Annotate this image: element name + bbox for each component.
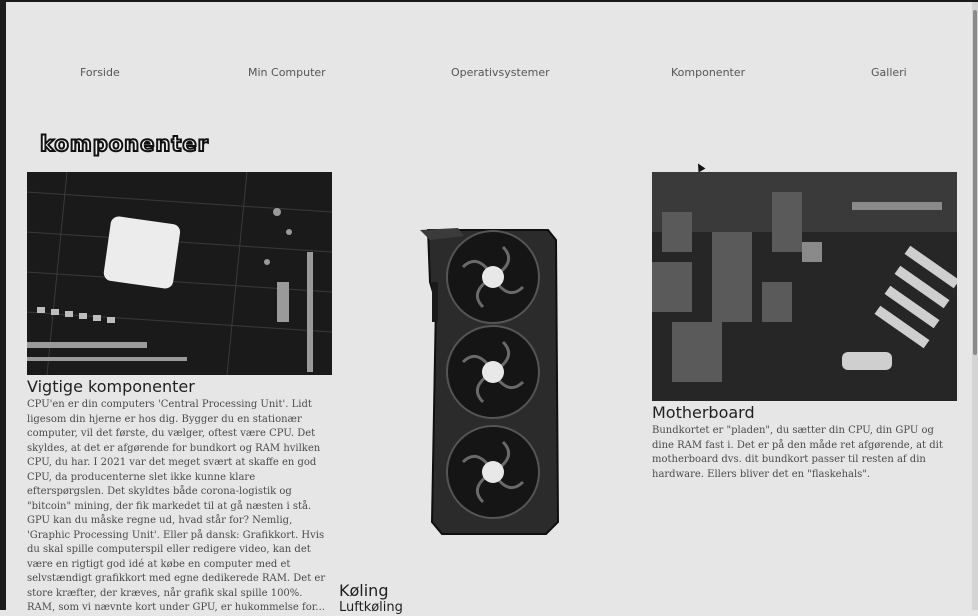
graphics-card-photo (418, 222, 568, 538)
paragraph-motherboard: Bundkortet er "pladen", du sætter din CP… (652, 425, 943, 480)
nav-link-operativsystemer[interactable]: Operativsystemer (451, 66, 550, 79)
section-heading-vigtige: Vigtige komponenter (27, 377, 195, 396)
page-title: Komponenter (39, 131, 209, 157)
cpu-photo (27, 172, 332, 375)
window-left-border (0, 0, 6, 610)
scrollbar-thumb[interactable] (973, 10, 977, 355)
graphics-card-graphic (420, 228, 560, 535)
window-top-border (0, 0, 978, 2)
nav-link-min-computer[interactable]: Min Computer (248, 66, 326, 79)
section-body-vigtige: CPU'en er din computers 'Central Process… (27, 398, 332, 616)
mouse-cursor-icon (694, 161, 706, 173)
scrollbar[interactable] (972, 2, 978, 610)
motherboard-photo-graphic (652, 172, 957, 401)
main-nav: Forside Min Computer Operativsystemer Ko… (6, 66, 972, 86)
cpu-photo-graphic (27, 172, 332, 375)
nav-link-galleri[interactable]: Galleri (871, 66, 907, 79)
motherboard-photo (652, 172, 957, 401)
paragraph-cpu: CPU'en er din computers 'Central Process… (27, 399, 321, 512)
nav-link-forside[interactable]: Forside (80, 66, 120, 79)
paragraph-gpu: GPU kan du måske regne ud, hvad står for… (27, 515, 326, 599)
section-heading-motherboard: Motherboard (652, 403, 755, 422)
paragraph-ram: RAM, som vi nævnte kort under GPU, er hu… (27, 602, 325, 613)
nav-link-komponenter[interactable]: Komponenter (671, 66, 745, 79)
section-subheading-luftkoeling: Luftkøling (339, 600, 403, 615)
section-heading-koeling: Køling (339, 581, 389, 600)
